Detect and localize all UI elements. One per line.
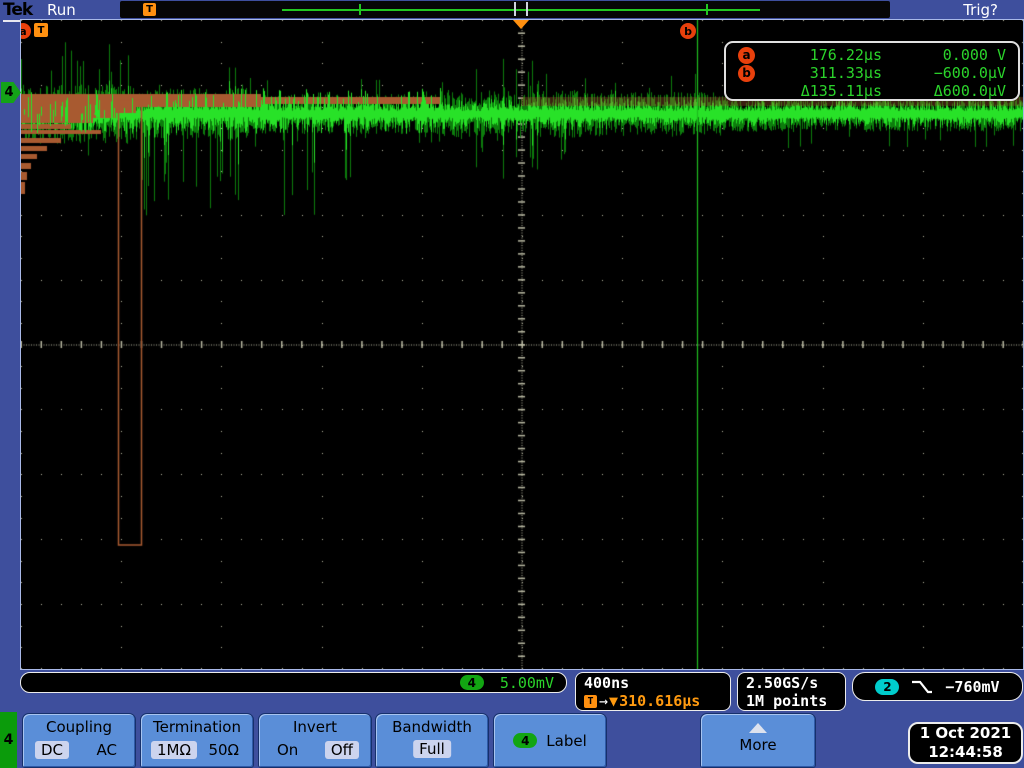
cursor-delta-row: Δ135.11µs Δ600.0µV [738, 82, 1006, 100]
channel-4-badge: 4 [459, 675, 484, 690]
up-arrow-icon [749, 723, 767, 733]
trigger-t-icon: T [584, 694, 597, 708]
trigger-level-value: −760mV [945, 677, 1000, 696]
coupling-button[interactable]: Coupling DC AC [22, 713, 136, 768]
coupling-dc-option[interactable]: DC [35, 741, 70, 759]
record-tick-icon [359, 4, 361, 15]
datetime-box: 1 Oct 2021 12:44:58 [908, 722, 1023, 764]
cursor-b-volt: −600.0µV [933, 64, 1006, 82]
delay-readout: T → ▼ 310.616µs [584, 692, 722, 710]
cursor-b-row: b 311.33µs −600.0µV [738, 64, 1006, 82]
trigger-status: Trig? [963, 1, 998, 19]
channel-4-menu-tab[interactable]: 4 [0, 712, 17, 768]
termination-title: Termination [153, 718, 241, 736]
cursor-a-row: a 176.22µs 0.000 V [738, 46, 1006, 64]
acquisition-preview-bar: T [120, 1, 890, 18]
cursor-a-volt: 0.000 V [942, 46, 1006, 64]
invert-title: Invert [292, 718, 338, 736]
acquisition-readout: 2.50GS/s 1M points [737, 672, 846, 711]
delay-value: 310.616µs [619, 692, 701, 710]
acquisition-status: Run [47, 1, 76, 19]
bandwidth-full-option[interactable]: Full [413, 740, 451, 758]
time-value: 12:44:58 [928, 743, 1003, 761]
bandwidth-title: Bandwidth [392, 718, 472, 736]
arrow-icon: → [599, 692, 609, 710]
channel-4-reference-marker[interactable]: 4 [1, 82, 21, 103]
cursor-b-time: 311.33µs [809, 64, 882, 82]
horizontal-readout: 400ns T → ▼ 310.616µs [575, 672, 731, 711]
invert-on-option[interactable]: On [277, 741, 298, 759]
invert-off-option[interactable]: Off [324, 741, 359, 759]
view-window-bracket-icon [514, 2, 528, 16]
record-tick-icon [706, 4, 708, 15]
channel-2-badge: 2 [875, 678, 900, 695]
oscilloscope-screen: Tek Run T Trig? a T b a 176.22µs 0.000 V… [0, 0, 1024, 768]
record-length-value: 1M points [746, 692, 828, 710]
bandwidth-button[interactable]: Bandwidth Full [375, 713, 489, 768]
trigger-position-icon: T [143, 3, 156, 16]
cursor-readout-box: a 176.22µs 0.000 V b 311.33µs −600.0µV Δ… [724, 41, 1020, 101]
sample-rate-value: 2.50GS/s [746, 674, 819, 692]
trigger-offscreen-marker-icon: T [34, 23, 48, 37]
termination-50-option[interactable]: 50Ω [208, 741, 239, 759]
cursor-b-badge: b [738, 64, 755, 82]
waveform-canvas [21, 20, 1023, 669]
top-bar: Tek Run T Trig? [0, 0, 1024, 22]
label-channel-badge: 4 [513, 733, 538, 748]
coupling-ac-option[interactable]: AC [97, 741, 117, 759]
more-button[interactable]: More [700, 713, 816, 768]
delay-marker-icon: ▼ [609, 692, 619, 710]
vertical-scale-value: 5.00mV [499, 673, 554, 692]
termination-1m-option[interactable]: 1MΩ [151, 741, 197, 759]
graticule-display: a T b a 176.22µs 0.000 V b 311.33µs −600… [20, 19, 1024, 670]
cursor-b-marker[interactable]: b [680, 23, 696, 39]
delta-time: Δ135.11µs [800, 82, 882, 100]
label-button[interactable]: 4 Label [493, 713, 607, 768]
date-value: 1 Oct 2021 [919, 724, 1012, 742]
trigger-readout: 2 −760mV [852, 672, 1023, 701]
channel-4-scale-readout: 4 5.00mV [20, 672, 567, 693]
delta-volt: Δ600.0µV [933, 82, 1006, 100]
invert-button[interactable]: Invert On Off [258, 713, 372, 768]
label-title: Label [546, 731, 587, 750]
coupling-title: Coupling [45, 718, 113, 736]
falling-edge-icon [912, 680, 933, 693]
more-title: More [739, 736, 777, 754]
timebase-value: 400ns [584, 674, 630, 692]
termination-button[interactable]: Termination 1MΩ 50Ω [140, 713, 254, 768]
cursor-a-time: 176.22µs [809, 46, 882, 64]
cursor-a-badge: a [738, 46, 755, 64]
expansion-point-icon [513, 20, 529, 29]
